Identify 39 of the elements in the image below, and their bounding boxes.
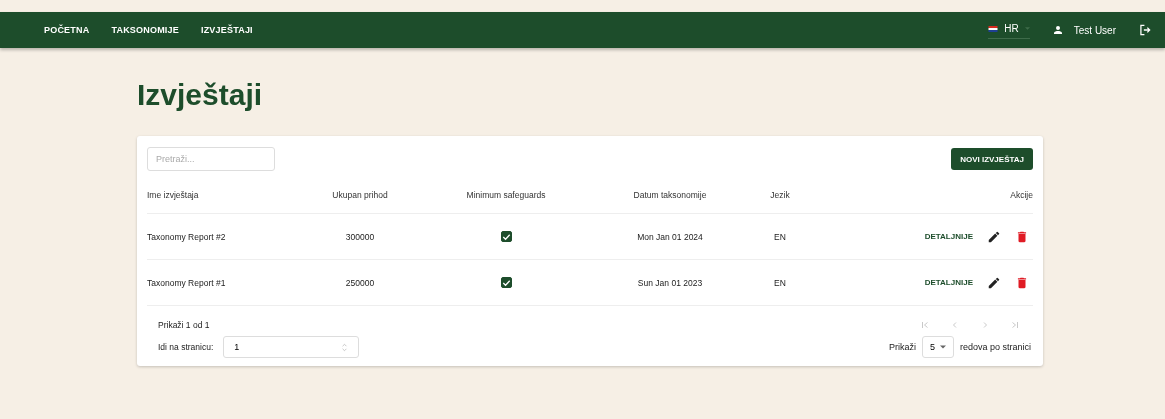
rows-per-page-label: redova po stranici: [959, 342, 1031, 352]
delete-icon[interactable]: [1015, 275, 1029, 290]
table-cell: EN: [774, 231, 786, 242]
new-report-button[interactable]: NOVI IZVJEŠTAJ: [951, 148, 1033, 170]
page-number-field[interactable]: 1: [223, 336, 360, 358]
search-field[interactable]: Pretraži...: [147, 147, 275, 171]
logout-icon: [1138, 23, 1152, 37]
table-cell: Sun Jan 01 2023: [637, 277, 703, 288]
table-cell: 250000: [345, 277, 375, 288]
user-icon: [1051, 24, 1064, 36]
table-cell: Mon Jan 01 2024: [637, 231, 703, 242]
show-label: Prikaži: [888, 342, 916, 352]
edit-icon[interactable]: [987, 275, 1001, 290]
page-size-select[interactable]: 5: [921, 336, 954, 358]
column-header: Akcije: [1010, 190, 1033, 200]
page-title: Izvještaji: [137, 77, 264, 113]
column-header: Datum taksonomije: [633, 190, 707, 200]
caret-icon: [939, 345, 946, 349]
nav-link[interactable]: POČETNA: [44, 25, 90, 35]
goto-label: Idi na stranicu:: [158, 342, 214, 352]
flag-icon: [988, 25, 999, 32]
details-button[interactable]: DETALJNIJE: [924, 278, 973, 287]
table-cell-text: Taxonomy Report #2: [147, 231, 227, 242]
page-summary: Prikaži 1 od 1: [158, 320, 210, 330]
edit-icon[interactable]: [987, 229, 1001, 244]
table-cell: 300000: [345, 231, 375, 242]
delete-icon[interactable]: [1015, 229, 1029, 244]
language-select[interactable]: HR: [988, 21, 1030, 39]
table-cell-text: Taxonomy Report #1: [147, 277, 227, 288]
column-header: Minimum safeguards: [466, 190, 546, 200]
table-cell: EN: [774, 277, 786, 288]
logout-button[interactable]: [1138, 23, 1152, 37]
nav-link[interactable]: TAKSONOMIJE: [111, 25, 179, 35]
column-header: Jezik: [770, 190, 790, 200]
user-button[interactable]: Test User: [1051, 24, 1116, 36]
column-header: Ukupan prihod: [332, 190, 388, 200]
details-button[interactable]: DETALJNIJE: [924, 232, 973, 241]
column-header: Ime izvještaja: [147, 190, 200, 200]
nav-link[interactable]: IZVJEŠTAJI: [200, 25, 253, 35]
